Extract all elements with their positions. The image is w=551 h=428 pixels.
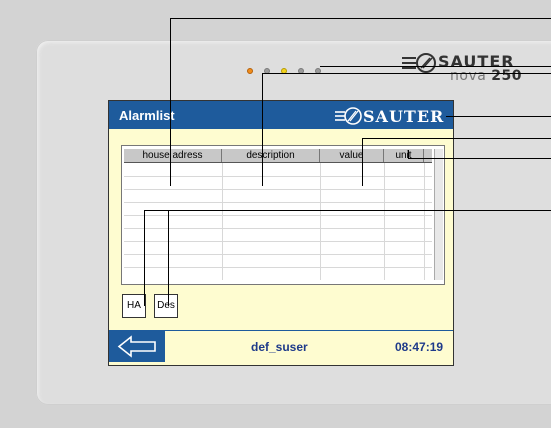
callout-line-leds	[320, 66, 551, 67]
callout-line-logo	[446, 116, 551, 117]
back-button[interactable]	[109, 331, 165, 362]
callout-line-ha	[144, 210, 551, 211]
table-row[interactable]	[124, 241, 432, 242]
column-value[interactable]: value	[320, 149, 384, 162]
sauter-logo: SAUTER nova 250	[402, 52, 551, 92]
column-house-adress[interactable]: house adress	[124, 149, 222, 162]
table-row[interactable]	[124, 202, 432, 203]
status-bar: def_suser 08:47:19	[109, 330, 453, 362]
callout-line-house-adress	[170, 18, 551, 19]
callout-line-house-adress	[170, 18, 171, 186]
table-row[interactable]	[124, 215, 432, 216]
model-number: 250	[491, 68, 522, 84]
sauter-logo-icon	[402, 53, 436, 73]
column-description[interactable]: description	[222, 149, 320, 162]
clock: 08:47:19	[395, 340, 444, 354]
table-row[interactable]	[124, 228, 432, 229]
callout-line-ha	[144, 210, 145, 306]
callout-line-unit	[408, 158, 551, 159]
grid-divider	[384, 163, 385, 280]
callout-line-value	[362, 138, 363, 186]
callout-line-unit	[408, 150, 409, 159]
table-row[interactable]	[124, 254, 432, 255]
callout-line-des	[168, 210, 169, 306]
screen-logo-text: SAUTER	[363, 107, 445, 126]
model-text: nova 250	[450, 68, 522, 84]
page-title: Alarmlist	[119, 108, 175, 123]
grid-divider	[222, 163, 223, 280]
current-user: def_suser	[251, 340, 308, 354]
touch-screen: Alarmlist SAUTER house adress descriptio…	[108, 100, 454, 366]
title-bar: Alarmlist SAUTER	[109, 101, 453, 129]
description-button[interactable]: Des	[154, 294, 178, 318]
table-row[interactable]	[124, 267, 432, 268]
grid-divider	[320, 163, 321, 280]
arrow-left-icon	[117, 335, 156, 358]
model-prefix: nova	[450, 68, 487, 84]
house-address-button[interactable]: HA	[122, 294, 146, 318]
column-unit[interactable]: unit	[384, 149, 424, 162]
callout-line-value	[362, 138, 551, 139]
grid-divider	[424, 163, 425, 280]
screen-logo: SAUTER	[335, 105, 451, 127]
callout-line-description	[262, 73, 551, 74]
led-1	[247, 68, 253, 74]
callout-line-description	[262, 73, 263, 186]
table-scrollbar[interactable]	[434, 149, 443, 280]
screen-logo-icon	[335, 107, 362, 125]
table-row[interactable]	[124, 189, 432, 190]
